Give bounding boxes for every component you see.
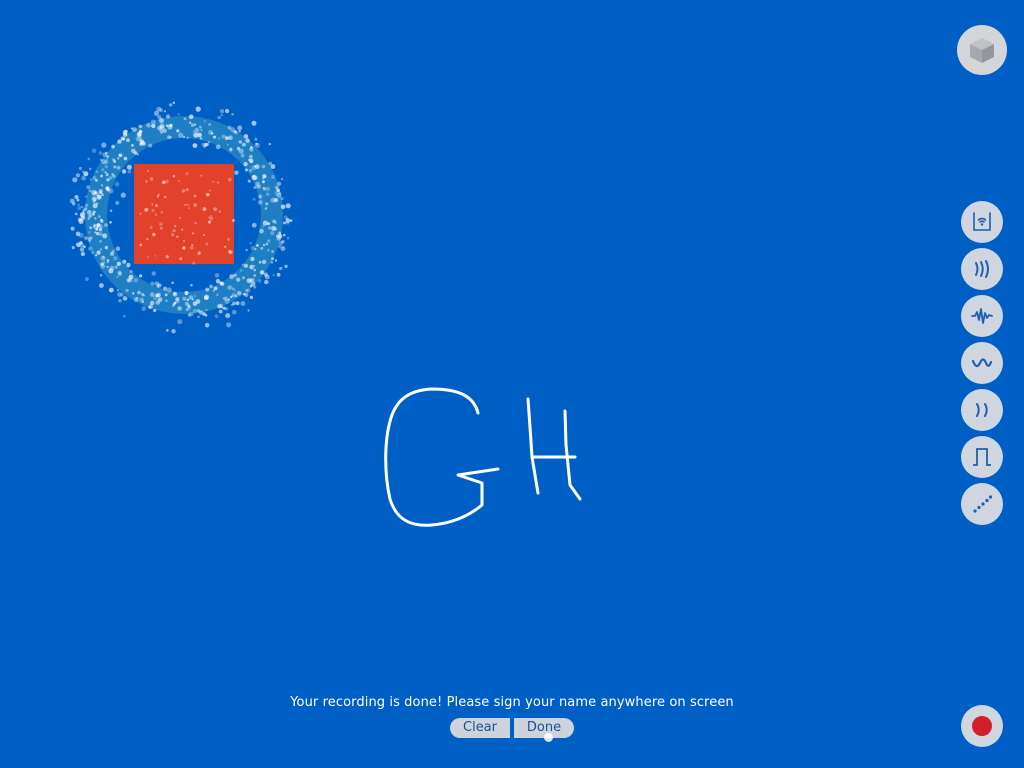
- tool-parentheses[interactable]: [961, 389, 1003, 431]
- recording-done-message: Your recording is done! Please sign your…: [290, 695, 734, 710]
- touch-cursor: [544, 733, 553, 742]
- wifi-box-icon: [973, 212, 991, 231]
- waveform-icon: [971, 308, 993, 324]
- sound-waves-icon: [975, 260, 989, 278]
- record-button[interactable]: [961, 705, 1003, 747]
- cube-button[interactable]: [957, 25, 1007, 75]
- cube-icon: [970, 38, 994, 63]
- tool-sine-wave[interactable]: [961, 342, 1003, 384]
- particle-overlay: [139, 169, 235, 265]
- tool-dotted-line[interactable]: [961, 483, 1003, 525]
- particle-cluster: [60, 95, 310, 340]
- sine-wave-icon: [971, 358, 993, 368]
- tool-waveform[interactable]: [961, 295, 1003, 337]
- tool-sound-waves[interactable]: [961, 248, 1003, 290]
- tool-wifi-box[interactable]: [961, 201, 1003, 243]
- record-icon: [972, 716, 992, 736]
- square-wave-icon: [973, 448, 991, 466]
- clear-button[interactable]: Clear: [450, 718, 510, 738]
- signature-actions: Clear Done: [450, 718, 574, 738]
- signature-drawing: [384, 387, 582, 527]
- parentheses-icon: [976, 403, 988, 417]
- dotted-line-icon: [973, 495, 993, 513]
- tool-square-wave[interactable]: [961, 436, 1003, 478]
